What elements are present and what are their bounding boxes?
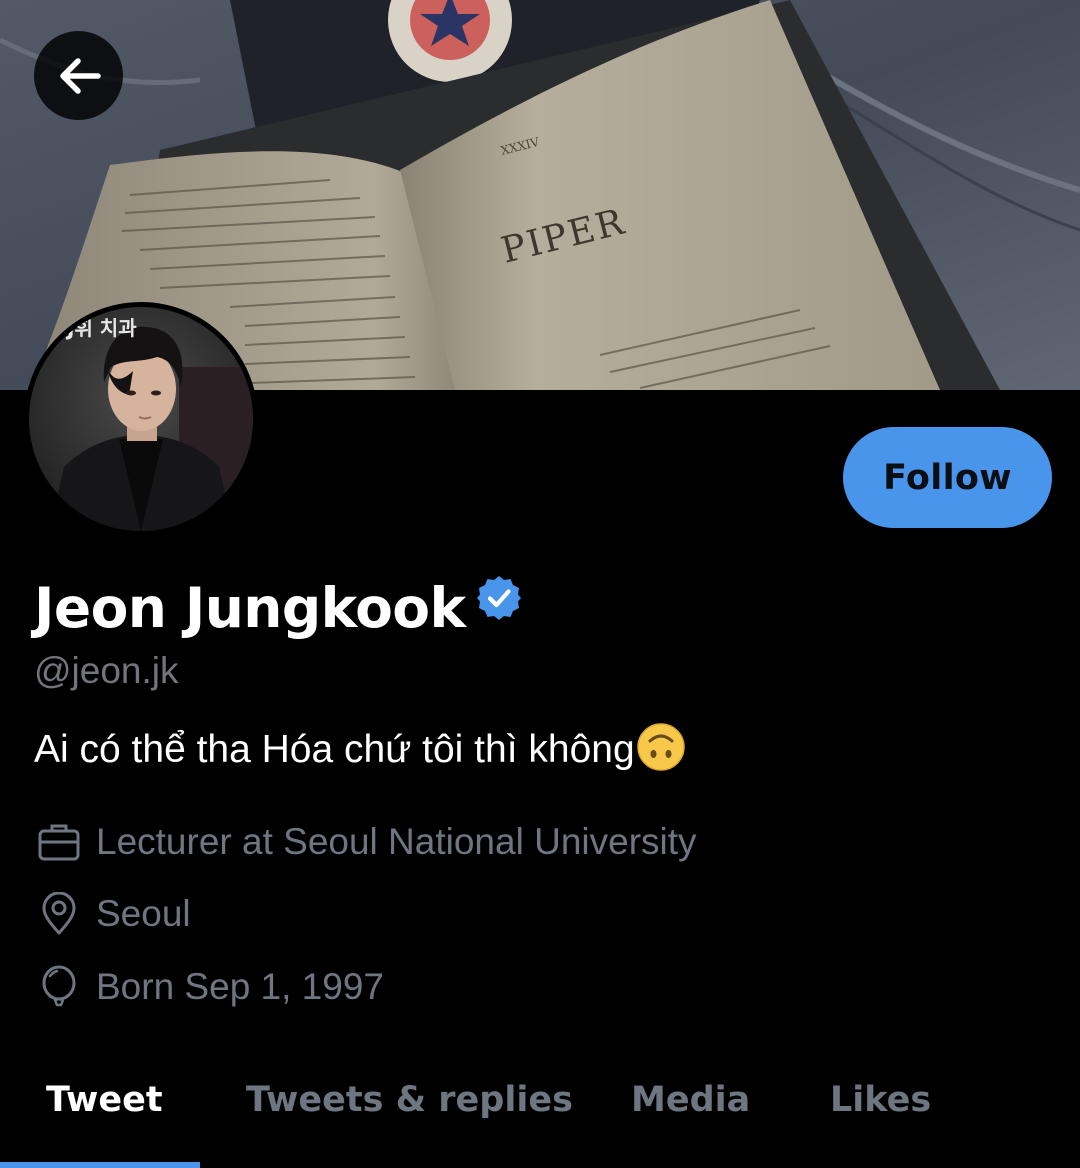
profile-birthday-row: Born Sep 1, 1997 [36,964,384,1010]
profile-tabs: Tweet Tweets & replies Media Likes [0,1060,1080,1168]
profile-bio: Ai có thể tha Hóa chứ tôi thì không [34,723,686,772]
profile-display-name: Jeon Jungkook [34,576,466,640]
tab-media[interactable]: Media [631,1080,750,1120]
profile-location-text: Seoul [96,893,191,934]
profile-birthday-text: Born Sep 1, 1997 [96,966,384,1007]
avatar[interactable]: Ĵ휘 치과 [24,302,258,536]
arrow-left-icon [59,57,101,94]
avatar-photo: Ĵ휘 치과 [29,307,253,531]
upside-down-face-icon [636,722,686,772]
location-pin-icon [36,891,82,937]
follow-button[interactable]: Follow [843,427,1052,528]
profile-bio-text: Ai có thể tha Hóa chứ tôi thì không [34,728,635,771]
profile-work-text: Lecturer at Seoul National University [96,821,697,862]
briefcase-icon [36,819,82,865]
active-tab-indicator [0,1162,200,1168]
verified-badge-icon [475,574,523,622]
profile-handle: @jeon.jk [34,650,179,691]
back-button[interactable] [34,31,123,120]
balloon-icon [36,964,82,1010]
tab-tweet[interactable]: Tweet [46,1080,163,1120]
tab-likes[interactable]: Likes [830,1080,931,1120]
profile-location-row: Seoul [36,891,191,937]
profile-work-row: Lecturer at Seoul National University [36,819,697,865]
profile-name-row: Jeon Jungkook [34,576,523,640]
tab-tweets-replies[interactable]: Tweets & replies [246,1080,573,1120]
